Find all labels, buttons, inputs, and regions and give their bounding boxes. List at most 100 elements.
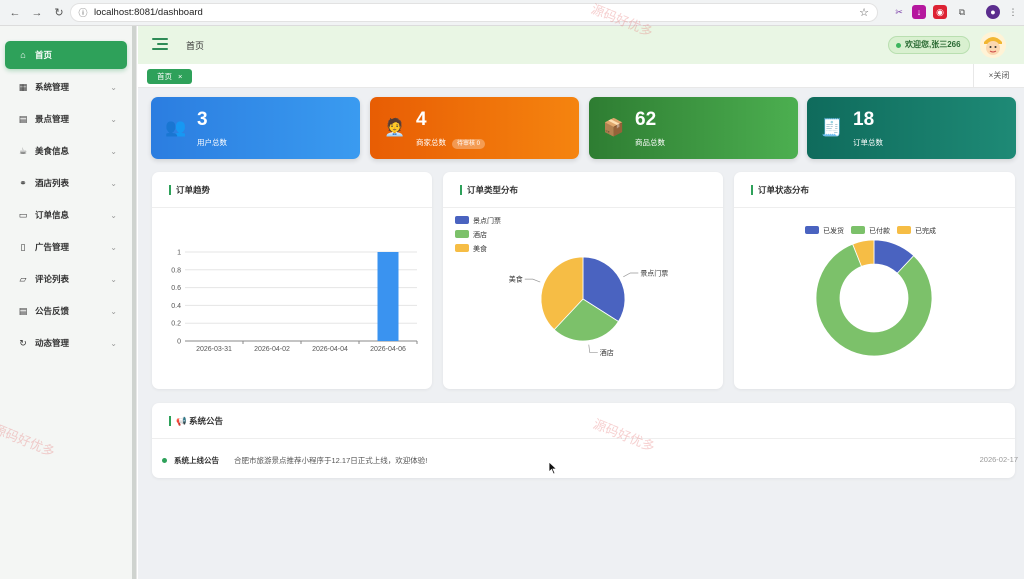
card-header: 订单类型分布 xyxy=(443,172,723,208)
top-header: 首页 欢迎您,张三266 xyxy=(138,26,1024,64)
pie-label-line xyxy=(588,344,598,353)
sidebar-item-food[interactable]: ☕ 美食信息 ⌄ xyxy=(5,137,127,165)
chevron-down-icon: ⌄ xyxy=(110,338,117,348)
site-info-icon[interactable]: ⓘ xyxy=(76,6,90,20)
legend-label: 美食 xyxy=(473,244,487,253)
tab-home[interactable]: 首页 × xyxy=(147,69,193,84)
stat-value: 3 xyxy=(197,109,208,130)
megaphone-icon: 📢 xyxy=(176,416,189,426)
menu-toggle-icon[interactable] xyxy=(152,38,168,52)
order-trend-card: 订单趋势 0 0.2 0.4 0.6 0.8 1 2026-03-31 2026-04-02 2… xyxy=(152,172,432,389)
stat-card-orders: 🧾 18 订单总数 xyxy=(807,97,1016,159)
legend-swatch xyxy=(897,226,911,234)
browser-menu-icon[interactable]: ⋮ xyxy=(1006,5,1020,19)
url-text: localhost:8081/dashboard xyxy=(94,7,203,18)
y-tick-label: 0.8 xyxy=(171,267,181,274)
breadcrumb[interactable]: 首页 xyxy=(186,39,204,52)
extensions-puzzle-icon[interactable]: ⧉ xyxy=(955,5,969,19)
address-bar[interactable]: ⓘ localhost:8081/dashboard ☆ xyxy=(70,3,878,22)
sidebar-item-label: 公告反馈 xyxy=(35,306,70,316)
stat-value: 4 xyxy=(416,109,427,130)
reload-icon[interactable]: ↻ xyxy=(52,6,66,20)
card-header: 📢 系统公告 xyxy=(152,403,1015,439)
notice-item[interactable]: 系统上线公告 合肥市旅游景点推荐小程序于12.17日正式上线，欢迎体验! 202… xyxy=(162,455,1018,467)
sidebar-item-scenic[interactable]: ▤ 景点管理 ⌄ xyxy=(5,105,127,133)
legend-label: 已发货 xyxy=(823,226,844,235)
x-tick-label: 2026-03-31 xyxy=(196,346,232,353)
close-icon[interactable]: × xyxy=(178,72,182,81)
card-title: 订单类型分布 xyxy=(460,185,518,195)
profile-avatar-icon[interactable]: ● xyxy=(986,5,1000,19)
sidebar-item-home[interactable]: ⌂ 首页 xyxy=(5,41,127,69)
extension-scissors-icon[interactable]: ✂ xyxy=(892,5,906,19)
legend-swatch xyxy=(455,216,469,224)
receipt-icon: 🧾 xyxy=(821,118,843,137)
stat-card-merchants: 🧑‍💼 4 商家总数 待审核 0 xyxy=(370,97,579,159)
close-all-button[interactable]: ×关闭 xyxy=(973,64,1024,88)
home-icon: ⌂ xyxy=(20,50,26,60)
phone-icon: ▯ xyxy=(20,241,26,252)
y-tick-label: 0.6 xyxy=(171,285,181,292)
forward-icon[interactable]: → xyxy=(30,6,44,20)
card-header: 订单趋势 xyxy=(152,172,432,208)
sidebar-item-orders[interactable]: ▭ 订单信息 ⌄ xyxy=(5,201,127,229)
notice-date: 2026-02-17 xyxy=(979,455,1018,464)
legend-swatch xyxy=(851,226,865,234)
y-tick-label: 0.2 xyxy=(171,321,181,328)
extension-download-icon[interactable]: ↓ xyxy=(912,5,926,19)
stat-label: 用户总数 xyxy=(197,138,227,147)
sidebar-item-label: 动态管理 xyxy=(35,338,70,348)
tab-label: 首页 xyxy=(157,72,172,81)
bookmark-star-icon[interactable]: ☆ xyxy=(859,6,869,19)
users-icon: 👥 xyxy=(165,118,187,137)
sidebar-item-hotel[interactable]: ⚭ 酒店列表 ⌄ xyxy=(5,169,127,197)
legend-swatch xyxy=(455,230,469,238)
building-icon: ▤ xyxy=(18,113,28,124)
chevron-down-icon: ⌄ xyxy=(110,274,117,284)
card-title: 📢 系统公告 xyxy=(169,416,223,426)
main-content: 👥 3 用户总数 🧑‍💼 4 商家总数 待审核 0 📦 62 商品总数 🧾 18 … xyxy=(138,88,1024,579)
sidebar-item-label: 首页 xyxy=(35,50,53,60)
legend-label: 酒店 xyxy=(473,230,487,239)
document-icon: ▭ xyxy=(18,209,28,220)
pie-label: 景点门票 xyxy=(640,268,668,277)
chevron-down-icon: ⌄ xyxy=(110,146,117,156)
sidebar-item-notices[interactable]: ▤ 公告反馈 ⌄ xyxy=(5,297,127,325)
avatar[interactable] xyxy=(980,32,1006,58)
extension-red-icon[interactable]: ◉ xyxy=(933,5,947,19)
sidebar-item-label: 订单信息 xyxy=(35,210,70,220)
sidebar-item-moments[interactable]: ↻ 动态管理 ⌄ xyxy=(5,329,127,357)
sidebar-item-label: 系统管理 xyxy=(35,82,70,92)
sidebar-item-label: 评论列表 xyxy=(35,274,70,284)
bar xyxy=(377,252,399,341)
sidebar-item-system[interactable]: ▦ 系统管理 ⌄ xyxy=(5,73,127,101)
y-tick-label: 0 xyxy=(177,339,181,346)
card-title: 订单状态分布 xyxy=(751,185,809,195)
sidebar-scrollbar[interactable] xyxy=(132,26,136,579)
order-type-chart: 景点门票酒店美食景点门票酒店美食 xyxy=(455,216,668,357)
legend-label: 已付款 xyxy=(869,226,890,235)
package-icon: 📦 xyxy=(603,118,625,137)
pending-review-badge: 待审核 0 xyxy=(452,139,486,149)
sidebar-item-label: 酒店列表 xyxy=(35,178,70,188)
chevron-down-icon: ⌄ xyxy=(110,114,117,124)
order-type-card: 订单类型分布 景点门票 酒店 美食 景点门票 酒店 美食 xyxy=(443,172,723,389)
x-tick-label: 2026-04-02 xyxy=(254,346,290,353)
chevron-down-icon: ⌄ xyxy=(110,178,117,188)
stat-label: 商家总数 待审核 0 xyxy=(416,137,486,149)
legend-label: 景点门票 xyxy=(473,216,501,225)
stat-label: 订单总数 xyxy=(853,138,883,147)
order-trend-chart: 0 0.2 0.4 0.6 0.8 1 2026-03-31 2026-04-02 2026-0… xyxy=(171,250,418,353)
chevron-down-icon: ⌄ xyxy=(110,242,117,252)
chevron-down-icon: ⌄ xyxy=(110,82,117,92)
pie-label: 美食 xyxy=(509,275,523,284)
stat-value: 18 xyxy=(853,109,875,130)
back-icon[interactable]: ← xyxy=(8,6,22,20)
welcome-badge: 欢迎您,张三266 xyxy=(888,36,970,54)
y-tick-label: 0.4 xyxy=(171,303,181,310)
comment-icon: ▱ xyxy=(19,273,27,284)
sidebar-item-comments[interactable]: ▱ 评论列表 ⌄ xyxy=(5,265,127,293)
card-header: 订单状态分布 xyxy=(734,172,1015,208)
sidebar-item-ads[interactable]: ▯ 广告管理 ⌄ xyxy=(5,233,127,261)
food-icon: ☕ xyxy=(18,145,28,156)
